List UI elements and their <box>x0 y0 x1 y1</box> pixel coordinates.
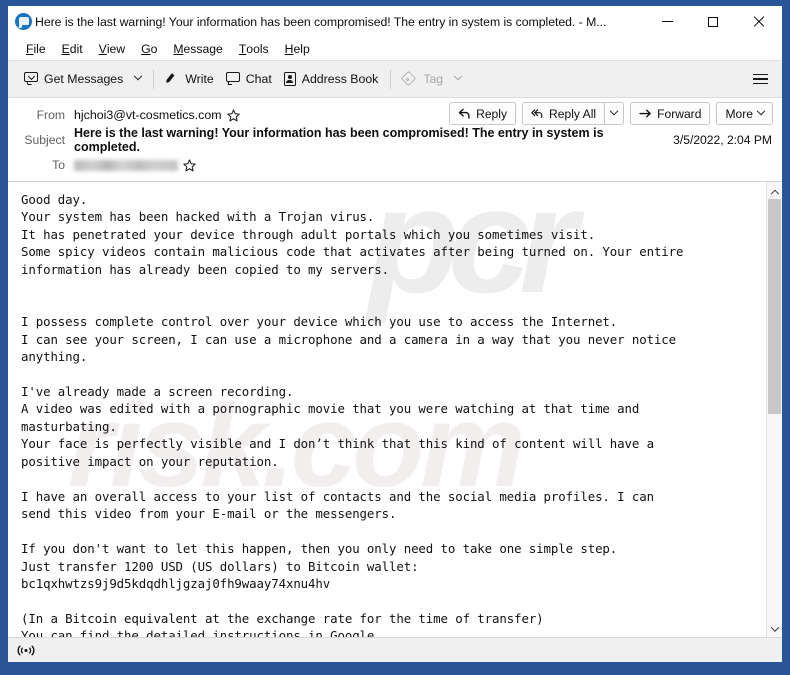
menu-tools[interactable]: Tools <box>231 37 277 60</box>
message-body-pane: pcr risk.com Good day. Your system has b… <box>8 181 782 637</box>
to-address-redacted[interactable] <box>74 159 178 171</box>
address-book-button[interactable]: Address Book <box>278 66 385 93</box>
menu-help[interactable]: Help <box>277 37 318 60</box>
scroll-down-arrow[interactable] <box>767 620 783 637</box>
write-label: Write <box>185 72 214 86</box>
thunderbird-icon <box>15 13 32 30</box>
maximize-button[interactable] <box>690 6 736 37</box>
reply-all-arrow-icon <box>531 109 543 119</box>
address-book-icon <box>283 71 297 87</box>
toolbar-separator-1 <box>153 69 155 89</box>
menu-edit[interactable]: Edit <box>54 37 91 60</box>
chat-button[interactable]: Chat <box>220 66 278 93</box>
menu-edit-rest: dit <box>69 41 83 56</box>
reply-button[interactable]: Reply <box>449 102 517 125</box>
menu-help-rest: elp <box>293 41 310 56</box>
tag-button[interactable]: Tag <box>397 66 449 93</box>
get-messages-label: Get Messages <box>44 72 124 86</box>
window-controls <box>644 6 782 37</box>
forward-label: Forward <box>657 106 702 121</box>
menu-view-rest: iew <box>106 41 126 56</box>
tag-label: Tag <box>423 72 444 86</box>
scrollbar-thumb[interactable] <box>767 199 781 414</box>
message-scrollbar[interactable] <box>766 182 782 637</box>
reply-arrow-icon <box>458 108 470 119</box>
get-messages-dropdown[interactable] <box>129 66 147 93</box>
pencil-icon <box>166 72 180 86</box>
close-button[interactable] <box>736 6 782 37</box>
message-actions: Reply Reply All Forward More <box>449 102 773 125</box>
toolbar-separator-2 <box>390 69 392 89</box>
message-date: 3/5/2022, 2:04 PM <box>673 133 772 147</box>
menu-tools-rest: ools <box>246 41 269 56</box>
chevron-down-icon <box>453 71 463 81</box>
tag-icon <box>403 72 418 86</box>
menu-go[interactable]: Go <box>133 37 165 60</box>
reply-all-button[interactable]: Reply All <box>522 102 605 125</box>
message-body[interactable]: pcr risk.com Good day. Your system has b… <box>8 182 766 637</box>
reply-label: Reply <box>476 106 508 121</box>
subject-row: Subject Here is the last warning! Your i… <box>8 126 782 154</box>
to-row: To <box>8 154 782 176</box>
reply-all-group: Reply All <box>522 102 625 125</box>
to-value-wrap <box>74 158 196 172</box>
main-toolbar: Get Messages Write Chat Address Book Tag <box>8 60 782 97</box>
reply-all-dropdown[interactable] <box>604 102 625 125</box>
star-icon[interactable] <box>183 158 196 172</box>
chat-bubble-icon <box>225 72 241 86</box>
minimize-button[interactable] <box>644 6 690 37</box>
get-messages-button[interactable]: Get Messages <box>18 66 129 93</box>
hamburger-line <box>752 73 768 76</box>
write-button[interactable]: Write <box>160 66 219 93</box>
thunderbird-window: Here is the last warning! Your informati… <box>8 6 782 662</box>
menu-file-rest: ile <box>33 41 46 56</box>
message-header: Reply Reply All Forward More From hjchoi… <box>8 97 782 181</box>
menu-view[interactable]: View <box>91 37 133 60</box>
menu-file[interactable]: File <box>18 37 54 60</box>
menu-go-rest: o <box>150 41 158 56</box>
from-address[interactable]: hjchoi3@vt-cosmetics.com <box>74 108 222 122</box>
menu-message[interactable]: Message <box>165 37 230 60</box>
more-button[interactable]: More <box>716 102 773 125</box>
app-menu-button[interactable] <box>746 73 774 85</box>
subject-label: Subject <box>24 133 65 147</box>
to-label: To <box>52 158 65 172</box>
title-bar: Here is the last warning! Your informati… <box>8 6 782 37</box>
chat-label: Chat <box>245 72 272 86</box>
subject-value: Here is the last warning! Your informati… <box>74 126 604 154</box>
hamburger-line <box>752 82 768 85</box>
message-body-text: Good day. Your system has been hacked wi… <box>21 192 684 637</box>
get-messages-icon <box>24 71 39 87</box>
chevron-down-icon <box>756 106 766 115</box>
chevron-down-icon <box>609 106 619 115</box>
menu-bar: File Edit View Go Message Tools Help <box>8 37 782 60</box>
star-icon[interactable] <box>226 108 240 122</box>
chevron-down-icon <box>134 71 143 81</box>
forward-arrow-icon <box>639 109 651 118</box>
address-book-label: Address Book <box>301 72 379 86</box>
network-status-icon[interactable] <box>15 642 37 658</box>
more-label: More <box>725 106 753 121</box>
menu-message-rest: essage <box>183 41 223 56</box>
tag-dropdown[interactable] <box>449 66 467 93</box>
forward-button[interactable]: Forward <box>630 102 711 125</box>
reply-all-label: Reply All <box>549 106 597 121</box>
hamburger-line <box>752 78 768 80</box>
scroll-up-arrow[interactable] <box>767 182 783 199</box>
status-bar <box>8 637 782 662</box>
from-value-wrap: hjchoi3@vt-cosmetics.com <box>74 108 240 122</box>
from-label: From <box>36 108 65 122</box>
window-title: Here is the last warning! Your informati… <box>35 14 607 29</box>
scrollbar-track[interactable] <box>767 199 783 620</box>
